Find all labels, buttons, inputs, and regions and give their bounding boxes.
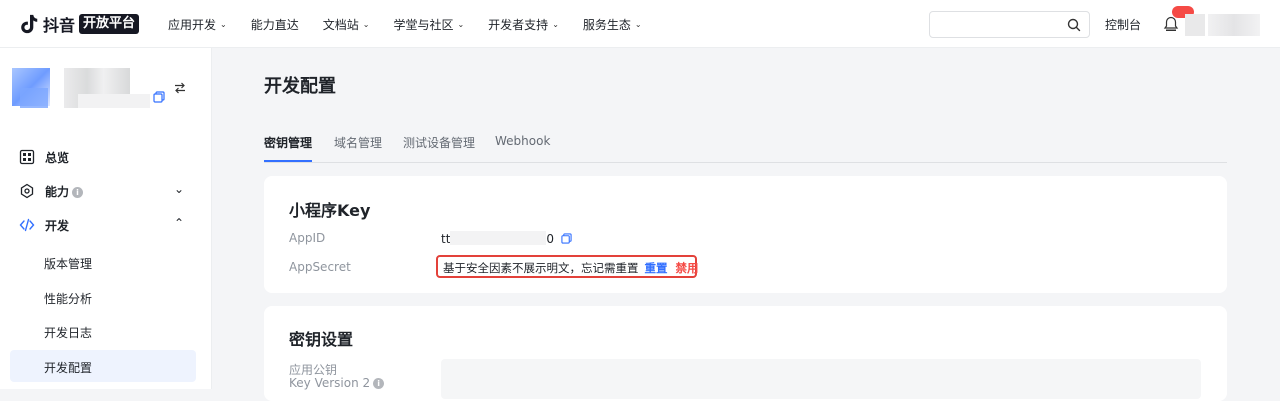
- appid-suffix: 0: [546, 232, 555, 246]
- appsecret-highlight-box: 基于安全因素不展示明文，忘记需重置 重置 禁用: [436, 255, 699, 278]
- sidebar-subitem-label: 版本管理: [44, 257, 93, 271]
- sidebar: 总览 能力 i ⌄ 开发 ⌃ 版本管理 性能分析 开发日志 开发配置: [0, 48, 212, 389]
- switch-app-icon[interactable]: [174, 82, 186, 94]
- info-icon[interactable]: i: [373, 378, 385, 389]
- sidebar-item-label-wrap: 能力 i: [45, 183, 84, 200]
- nav-item-abilities[interactable]: 能力直达: [251, 16, 299, 33]
- sidebar-subitem-label: 性能分析: [44, 292, 93, 306]
- dashboard-icon: [19, 149, 35, 165]
- app-avatar-blur: [20, 88, 48, 108]
- public-key-box[interactable]: [441, 359, 1201, 399]
- nav-label: 学堂与社区: [393, 17, 454, 32]
- copy-icon[interactable]: [153, 91, 165, 103]
- sidebar-item-label: 总览: [45, 151, 70, 165]
- sidebar-item-label: 能力: [45, 185, 70, 199]
- nav-item-ecosystem[interactable]: 服务生态 ⌄: [583, 16, 642, 33]
- sidebar-subitem-label: 开发日志: [44, 326, 93, 340]
- appsecret-hint: 基于安全因素不展示明文，忘记需重置: [443, 261, 639, 275]
- nav-label: 服务生态: [582, 17, 631, 32]
- chevron-down-icon: ⌄: [362, 19, 370, 29]
- disable-secret-button[interactable]: 禁用: [676, 261, 699, 275]
- sidebar-subitem-versions[interactable]: 版本管理: [10, 246, 196, 278]
- sidebar-item-develop[interactable]: 开发 ⌃: [0, 208, 212, 242]
- ability-icon: [20, 183, 34, 199]
- copy-icon[interactable]: [561, 233, 572, 244]
- app-id-blurred: [78, 94, 150, 108]
- info-icon[interactable]: i: [72, 187, 84, 198]
- chevron-down-icon: ⌄: [457, 19, 465, 29]
- page-title: 开发配置: [264, 76, 336, 97]
- tab-test-devices[interactable]: 测试设备管理: [403, 134, 475, 151]
- main-nav: 应用开发 ⌄ 能力直达 文档站 ⌄ 学堂与社区 ⌄ 开发者支持 ⌄ 服务生态 ⌄: [168, 0, 666, 48]
- page-scrollbar[interactable]: [1274, 48, 1280, 389]
- nav-item-support[interactable]: 开发者支持 ⌄: [488, 16, 559, 33]
- tab-domain-management[interactable]: 域名管理: [334, 134, 382, 151]
- chevron-down-icon[interactable]: ⌄: [174, 182, 184, 196]
- console-link[interactable]: 控制台: [1105, 16, 1141, 33]
- tab-bar: 密钥管理 域名管理 测试设备管理 Webhook: [264, 124, 1227, 163]
- key-settings-card: 密钥设置 应用公钥 Key Version 2i: [264, 306, 1227, 401]
- chevron-down-icon: ⌄: [634, 19, 642, 29]
- sidebar-subitem-dev-config[interactable]: 开发配置: [10, 350, 196, 382]
- chevron-down-icon: ⌄: [552, 19, 559, 29]
- appid-label: AppID: [289, 231, 326, 245]
- brand-name: 抖音: [43, 16, 76, 35]
- active-tab-indicator: [264, 160, 312, 162]
- appsecret-value: 基于安全因素不展示明文，忘记需重置 重置 禁用: [443, 260, 699, 276]
- code-icon: [19, 218, 35, 232]
- reset-secret-button[interactable]: 重置: [645, 261, 668, 275]
- brand-badge: 开放平台: [79, 14, 140, 34]
- avatar[interactable]: [1185, 14, 1205, 36]
- tab-key-management[interactable]: 密钥管理: [264, 134, 312, 151]
- sidebar-subitem-label: 开发配置: [44, 361, 93, 375]
- tiktok-logo-icon: [21, 14, 38, 34]
- top-navbar: 抖音 开放平台 应用开发 ⌄ 能力直达 文档站 ⌄ 学堂与社区 ⌄ 开发者支持 ⌄ 服务…: [0, 0, 1280, 48]
- miniapp-key-card: 小程序Key AppID tt 0 AppSecret 基于安全因素不展示明文，忘…: [264, 176, 1227, 293]
- nav-label: 能力直达: [250, 17, 299, 32]
- user-name-blurred[interactable]: [1208, 14, 1260, 36]
- appsecret-label: AppSecret: [289, 260, 351, 274]
- card-title: 小程序Key: [289, 201, 371, 220]
- appid-blurred: [450, 231, 547, 245]
- sidebar-item-ability[interactable]: 能力 i ⌄: [0, 174, 212, 208]
- chevron-up-icon[interactable]: ⌃: [174, 216, 184, 230]
- sidebar-item-label: 开发: [45, 219, 70, 233]
- appid-value: tt 0: [441, 231, 572, 246]
- card-title: 密钥设置: [289, 330, 354, 349]
- nav-label: 文档站: [322, 17, 359, 32]
- key-version-label: Key Version 2i: [289, 376, 385, 390]
- key-version-text: Key Version 2: [289, 376, 371, 390]
- appid-prefix: tt: [441, 232, 451, 246]
- nav-label: 应用开发: [168, 17, 217, 32]
- search-icon: [1067, 18, 1081, 32]
- chevron-down-icon: ⌄: [220, 19, 227, 29]
- sidebar-subitem-performance[interactable]: 性能分析: [10, 281, 196, 313]
- nav-item-docs[interactable]: 文档站 ⌄: [323, 16, 370, 33]
- nav-item-app-dev[interactable]: 应用开发 ⌄: [168, 16, 227, 33]
- search-input[interactable]: [929, 11, 1090, 38]
- nav-item-academy[interactable]: 学堂与社区 ⌄: [393, 16, 464, 33]
- sidebar-subitem-logs[interactable]: 开发日志: [10, 315, 196, 347]
- tab-webhook[interactable]: Webhook: [495, 134, 550, 148]
- sidebar-item-overview[interactable]: 总览: [0, 140, 212, 174]
- brand-logo[interactable]: 抖音 开放平台: [18, 11, 140, 37]
- nav-label: 开发者支持: [488, 17, 549, 32]
